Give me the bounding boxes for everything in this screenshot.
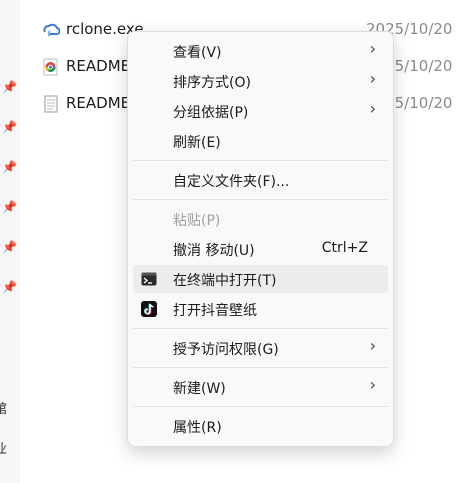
file-name: README	[66, 94, 131, 112]
navigation-pane: 📌 📌 📌 📌 📌 📌 馆 业	[0, 0, 20, 483]
menu-item-douyin-wallpaper[interactable]: 打开抖音壁纸	[133, 295, 388, 323]
menu-separator	[133, 406, 388, 407]
menu-item-paste: 粘贴(P)	[133, 205, 388, 233]
menu-separator	[133, 328, 388, 329]
text-file-icon	[44, 95, 58, 113]
menu-item-label: 新建(W)	[173, 381, 226, 397]
douyin-icon	[141, 301, 157, 317]
menu-item-label: 撤消 移动(U)	[173, 243, 255, 259]
menu-separator	[133, 160, 388, 161]
menu-item-refresh[interactable]: 刷新(E)	[133, 127, 388, 155]
menu-separator	[133, 367, 388, 368]
menu-item-label: 刷新(E)	[173, 135, 221, 151]
menu-item-label: 授予访问权限(G)	[173, 342, 279, 358]
menu-item-customize-folder[interactable]: 自定义文件夹(F)...	[133, 166, 388, 194]
rclone-app-icon	[43, 23, 60, 37]
menu-item-label: 自定义文件夹(F)...	[173, 174, 290, 190]
pin-icon[interactable]: 📌	[2, 160, 17, 174]
chevron-right-icon: ›	[369, 375, 376, 394]
menu-item-label: 粘贴(P)	[173, 213, 221, 229]
menu-item-give-access[interactable]: 授予访问权限(G) ›	[133, 334, 388, 362]
pin-icon[interactable]: 📌	[2, 120, 17, 134]
chevron-right-icon: ›	[369, 69, 376, 88]
menu-item-open-in-terminal[interactable]: 在终端中打开(T)	[133, 265, 388, 293]
menu-item-label: 分组依据(P)	[173, 105, 249, 121]
pin-icon[interactable]: 📌	[2, 240, 17, 254]
menu-item-label: 在终端中打开(T)	[173, 273, 277, 289]
menu-item-new[interactable]: 新建(W) ›	[133, 373, 388, 401]
menu-item-label: 查看(V)	[173, 45, 222, 61]
pin-icon[interactable]: 📌	[2, 200, 17, 214]
file-name: README	[66, 57, 131, 75]
context-menu: 查看(V) › 排序方式(O) › 分组依据(P) › 刷新(E) 自定义文件夹…	[127, 31, 394, 447]
menu-separator	[133, 199, 388, 200]
menu-item-properties[interactable]: 属性(R)	[133, 412, 388, 440]
menu-item-group[interactable]: 分组依据(P) ›	[133, 97, 388, 125]
nav-item-label[interactable]: 馆	[0, 398, 14, 417]
nav-item-label[interactable]: 业	[0, 438, 14, 457]
chevron-right-icon: ›	[369, 39, 376, 58]
pin-icon[interactable]: 📌	[2, 280, 17, 294]
menu-item-view[interactable]: 查看(V) ›	[133, 37, 388, 65]
chevron-right-icon: ›	[369, 99, 376, 118]
pin-icon[interactable]: 📌	[2, 80, 17, 94]
chrome-html-icon	[43, 58, 58, 76]
menu-item-label: 属性(R)	[173, 420, 222, 436]
chevron-right-icon: ›	[369, 336, 376, 355]
menu-item-undo-move[interactable]: 撤消 移动(U) Ctrl+Z	[133, 235, 388, 263]
terminal-icon	[141, 272, 157, 286]
menu-item-sort[interactable]: 排序方式(O) ›	[133, 67, 388, 95]
menu-item-label: 排序方式(O)	[173, 75, 251, 91]
menu-item-label: 打开抖音壁纸	[173, 303, 257, 319]
shortcut-label: Ctrl+Z	[321, 240, 368, 256]
